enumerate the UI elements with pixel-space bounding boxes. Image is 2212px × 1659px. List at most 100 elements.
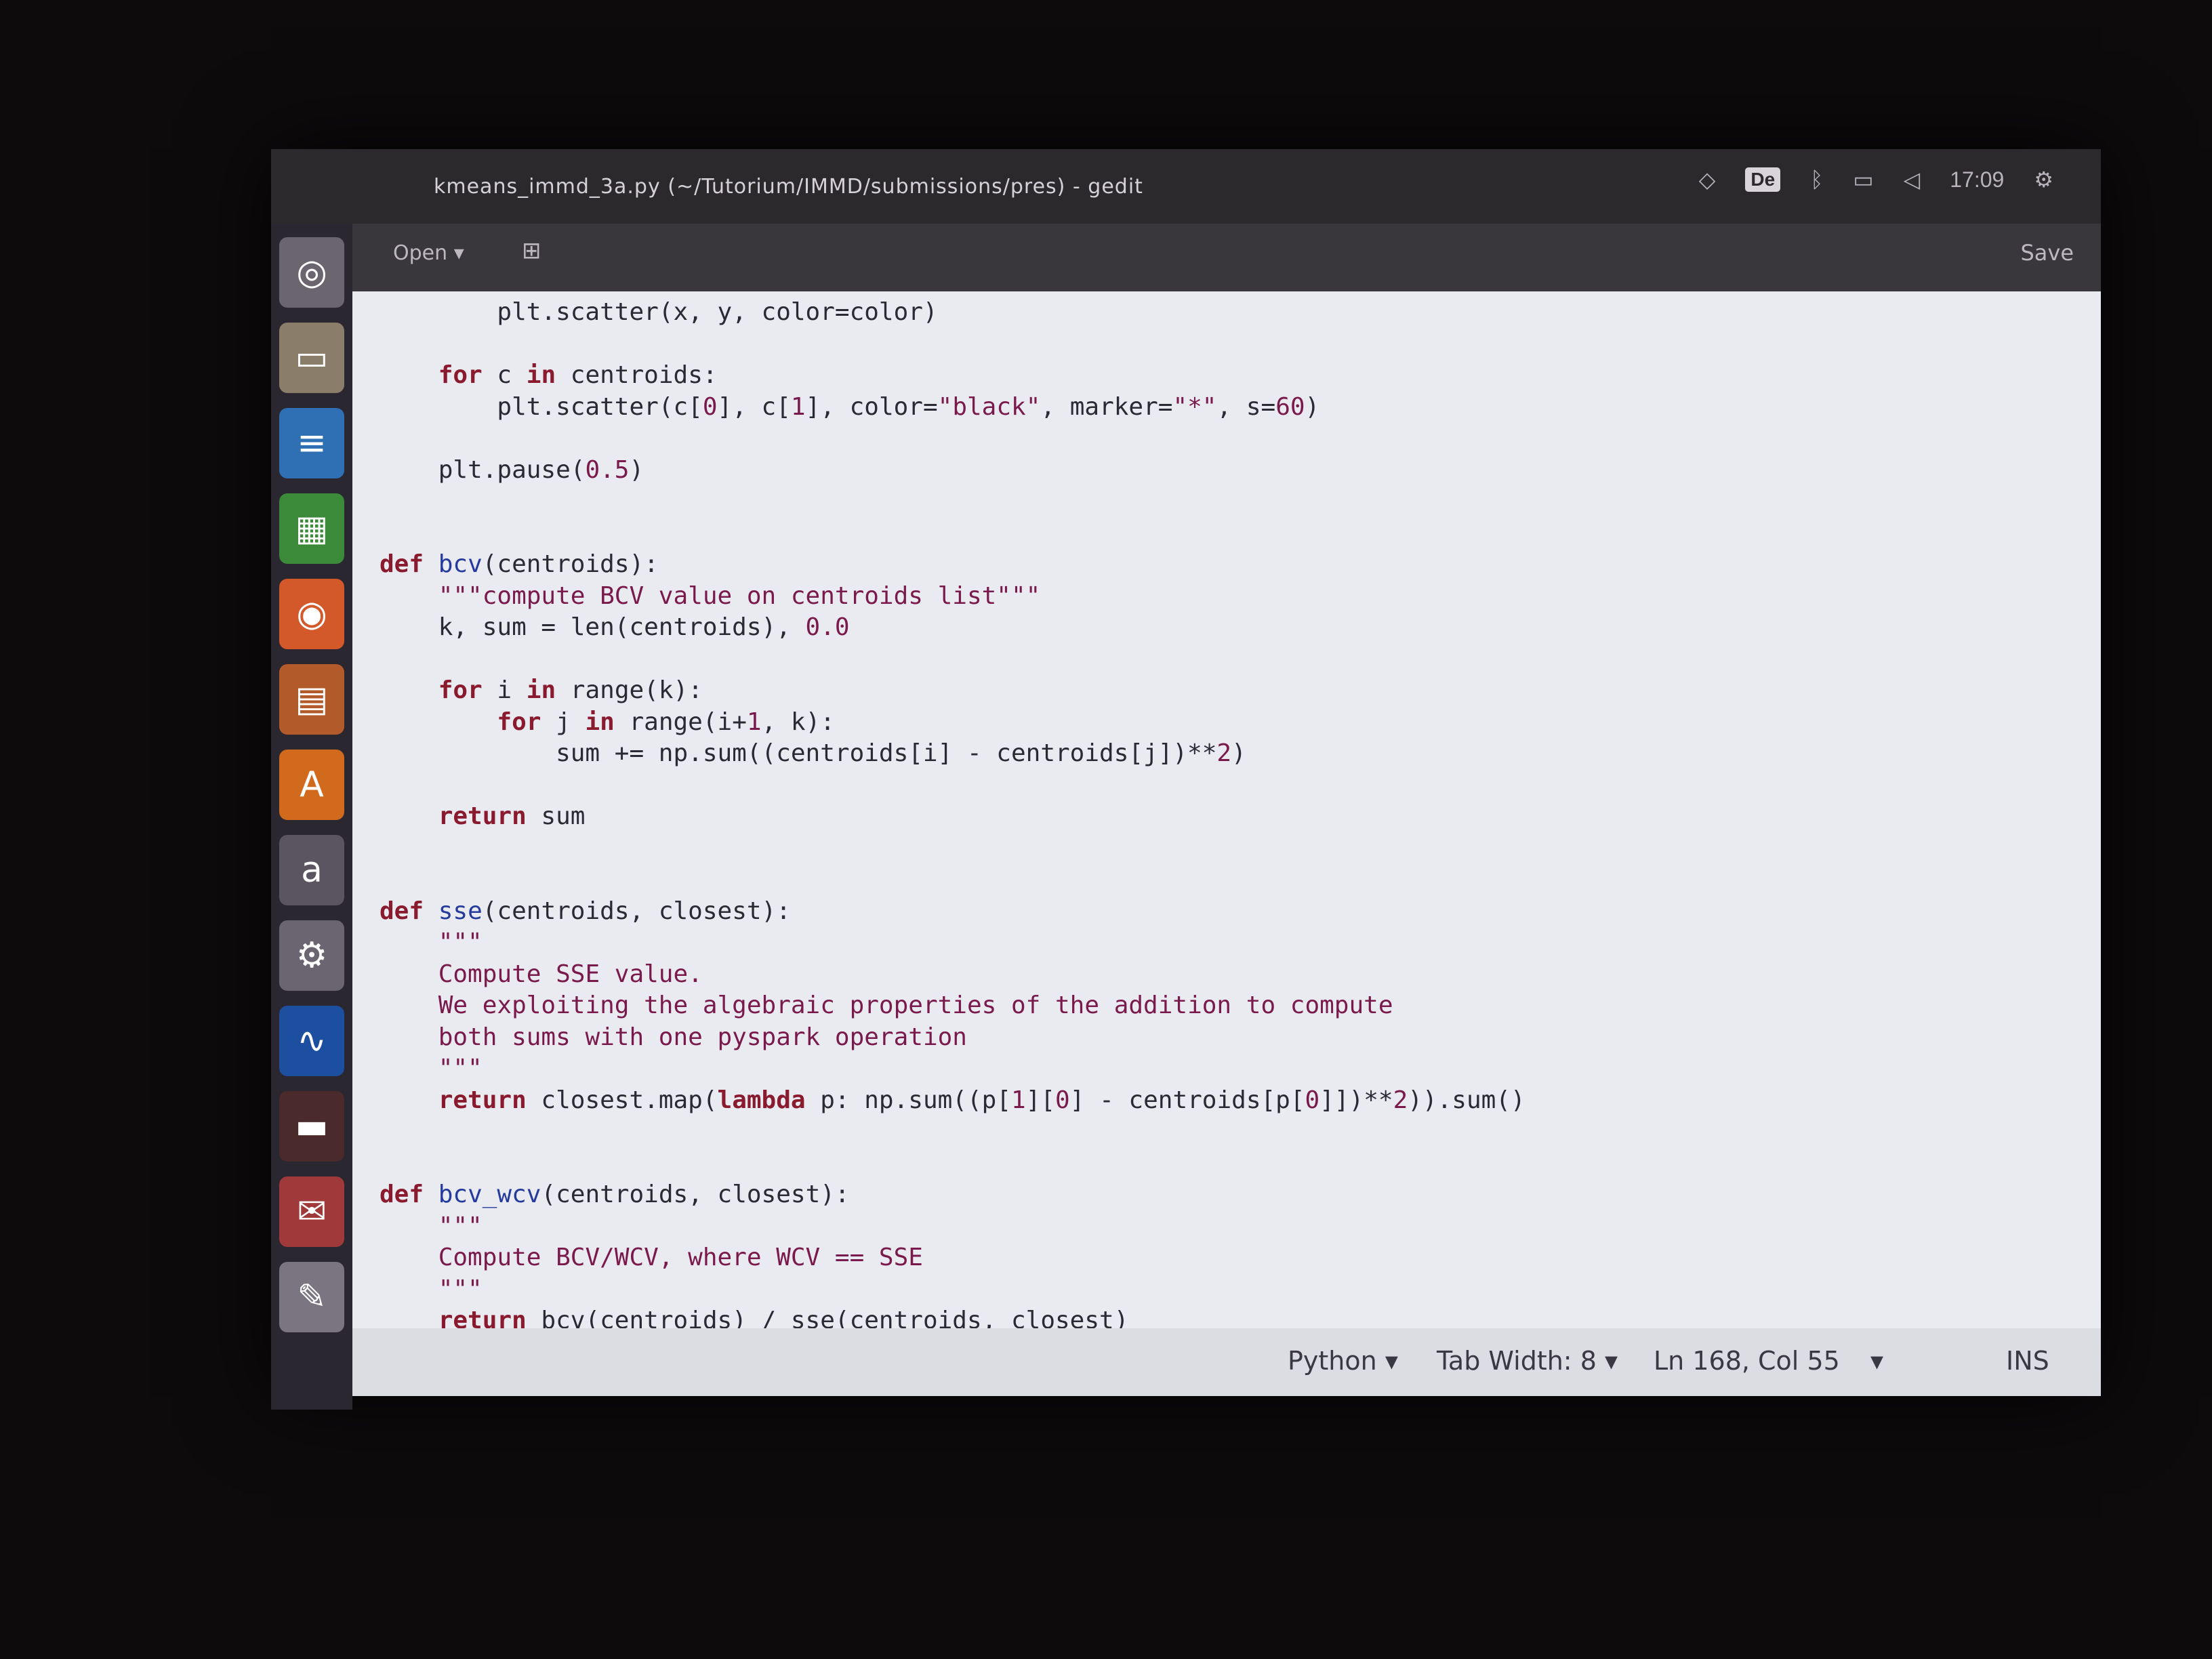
code-line[interactable]: for j in range(i+1, k): bbox=[380, 707, 2101, 739]
launcher-item[interactable]: ▬ bbox=[279, 1091, 344, 1162]
code-line[interactable]: """ bbox=[380, 1211, 2101, 1243]
code-line[interactable] bbox=[380, 1148, 2101, 1180]
code-line[interactable] bbox=[380, 864, 2101, 896]
cursor-position[interactable]: Ln 168, Col 55 bbox=[1654, 1346, 1840, 1376]
launcher-item[interactable]: ⚙ bbox=[279, 920, 344, 991]
launcher-item[interactable]: ▤ bbox=[279, 664, 344, 735]
code-line[interactable]: def sse(centroids, closest): bbox=[380, 896, 2101, 928]
launcher-item[interactable]: ◉ bbox=[279, 579, 344, 649]
code-line[interactable] bbox=[380, 423, 2101, 455]
status-bar: Python ▾ Tab Width: 8 ▾ Ln 168, Col 55 ▾… bbox=[352, 1328, 2101, 1396]
code-token: 1 bbox=[1011, 1086, 1026, 1114]
code-editor[interactable]: plt.scatter(x, y, color=color) for c in … bbox=[352, 291, 2101, 1328]
code-line[interactable]: for c in centroids: bbox=[380, 360, 2101, 392]
code-line[interactable] bbox=[380, 518, 2101, 550]
open-button[interactable]: Open ▾ bbox=[393, 241, 464, 265]
bluetooth-icon[interactable]: ᛒ bbox=[1810, 167, 1823, 192]
code-line[interactable]: plt.pause(0.5) bbox=[380, 455, 2101, 487]
code-line[interactable]: plt.scatter(c[0], c[1], color="black", m… bbox=[380, 392, 2101, 424]
launcher-item[interactable]: ◎ bbox=[279, 237, 344, 308]
code-line[interactable] bbox=[380, 833, 2101, 865]
code-token: return bbox=[438, 802, 527, 830]
code-token: 60 bbox=[1275, 392, 1305, 421]
code-token: def bbox=[380, 550, 424, 578]
code-line[interactable]: Compute BCV/WCV, where WCV == SSE bbox=[380, 1242, 2101, 1274]
cursor-position-menu[interactable]: ▾ bbox=[1870, 1346, 1883, 1376]
code-line[interactable]: def bcv(centroids): bbox=[380, 549, 2101, 581]
language-selector[interactable]: Python ▾ bbox=[1288, 1346, 1398, 1376]
launcher-item[interactable]: ✉ bbox=[279, 1176, 344, 1247]
code-line[interactable]: return sum bbox=[380, 801, 2101, 833]
chevron-down-icon: ▾ bbox=[1870, 1346, 1884, 1376]
chevron-down-icon: ▾ bbox=[1385, 1346, 1398, 1376]
launcher-item[interactable]: ▭ bbox=[279, 323, 344, 393]
keyboard-layout-indicator[interactable]: De bbox=[1745, 167, 1781, 192]
code-token: ) bbox=[1305, 392, 1320, 421]
code-line[interactable] bbox=[380, 644, 2101, 676]
code-token: "black" bbox=[937, 392, 1041, 421]
code-token: 2 bbox=[1216, 739, 1232, 767]
code-token: lambda bbox=[717, 1086, 806, 1114]
code-line[interactable]: """ bbox=[380, 1053, 2101, 1085]
launcher-item[interactable]: ✎ bbox=[279, 1262, 344, 1332]
battery-icon[interactable]: ▭ bbox=[1853, 167, 1873, 192]
code-token: def bbox=[380, 1181, 424, 1208]
code-line[interactable]: sum += np.sum((centroids[i] - centroids[… bbox=[380, 738, 2101, 770]
code-token: return bbox=[438, 1086, 527, 1114]
code-token: """ bbox=[438, 1054, 483, 1082]
code-token: ) bbox=[1231, 739, 1246, 767]
code-token: c bbox=[482, 361, 527, 389]
code-line[interactable]: for i in range(k): bbox=[380, 675, 2101, 707]
code-line[interactable]: def bcv_wcv(centroids, closest): bbox=[380, 1179, 2101, 1211]
code-token: 0 bbox=[702, 392, 718, 421]
code-token: def bbox=[380, 897, 424, 925]
code-line[interactable]: We exploiting the algebraic properties o… bbox=[380, 990, 2101, 1022]
code-line[interactable]: return closest.map(lambda p: np.sum((p[1… bbox=[380, 1085, 2101, 1117]
code-line[interactable]: """ bbox=[380, 1274, 2101, 1306]
code-line[interactable]: return bcv(centroids) / sse(centroids, c… bbox=[380, 1305, 2101, 1328]
code-line[interactable] bbox=[380, 1116, 2101, 1148]
launcher-item[interactable]: ▦ bbox=[279, 493, 344, 564]
launcher-item[interactable]: ≡ bbox=[279, 408, 344, 478]
tab-width-selector[interactable]: Tab Width: 8 ▾ bbox=[1437, 1346, 1618, 1376]
code-line[interactable] bbox=[380, 770, 2101, 802]
code-token: Compute BCV/WCV, where WCV == SSE bbox=[438, 1244, 923, 1271]
code-line[interactable]: Compute SSE value. bbox=[380, 959, 2101, 991]
code-line[interactable]: """compute BCV value on centroids list""… bbox=[380, 581, 2101, 613]
code-line[interactable] bbox=[380, 329, 2101, 361]
launcher-item[interactable]: a bbox=[279, 835, 344, 905]
code-token: bcv_wcv bbox=[438, 1181, 541, 1208]
top-panel: kmeans_immd_3a.py (~/Tutorium/IMMD/submi… bbox=[271, 149, 2101, 224]
volume-icon[interactable]: ◁ bbox=[1904, 167, 1921, 192]
launcher-item[interactable]: ∿ bbox=[279, 1006, 344, 1076]
code-token: j bbox=[541, 708, 586, 736]
save-button[interactable]: Save bbox=[2020, 240, 2074, 266]
chevron-down-icon: ▾ bbox=[453, 241, 464, 265]
code-token: i bbox=[482, 676, 527, 704]
code-line[interactable]: k, sum = len(centroids), 0.0 bbox=[380, 612, 2101, 644]
code-view[interactable]: plt.scatter(x, y, color=color) for c in … bbox=[352, 291, 2101, 1328]
ubuntu-dash-icon: ◎ bbox=[296, 252, 327, 293]
gear-icon[interactable]: ⚙ bbox=[2034, 167, 2053, 192]
code-token: 0 bbox=[1055, 1086, 1070, 1114]
desktop-screen: kmeans_immd_3a.py (~/Tutorium/IMMD/submi… bbox=[271, 149, 2101, 1410]
wifi-icon[interactable]: ◇ bbox=[1699, 167, 1716, 192]
code-line[interactable]: """ bbox=[380, 927, 2101, 959]
code-token: in bbox=[585, 708, 615, 736]
launcher-item[interactable]: A bbox=[279, 750, 344, 820]
clock[interactable]: 17:09 bbox=[1950, 167, 2004, 192]
code-line[interactable] bbox=[380, 486, 2101, 518]
code-line[interactable]: plt.scatter(x, y, color=color) bbox=[380, 297, 2101, 329]
code-token: plt.scatter(c[ bbox=[380, 392, 703, 421]
code-line[interactable]: both sums with one pyspark operation bbox=[380, 1022, 2101, 1054]
new-tab-button[interactable]: ⊞ bbox=[522, 237, 541, 264]
amazon-icon: a bbox=[301, 850, 323, 890]
